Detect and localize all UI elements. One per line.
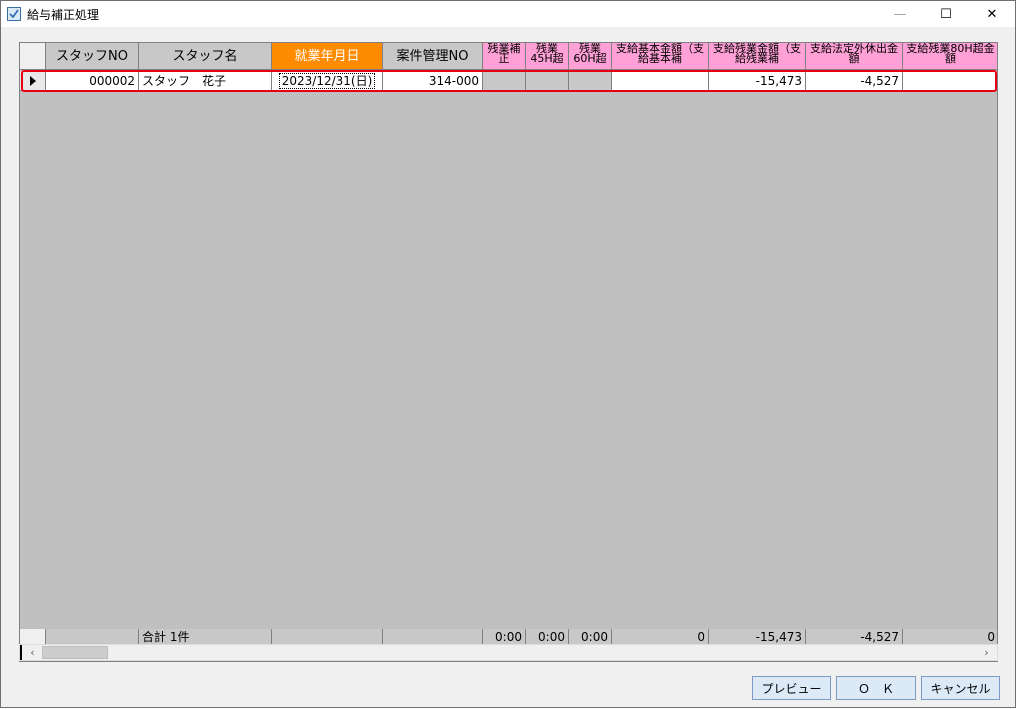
cell-ot80-amount[interactable]	[903, 71, 997, 91]
scroll-left-icon[interactable]: ‹	[24, 645, 41, 660]
row-indicator[interactable]	[20, 71, 46, 91]
scroll-thumb[interactable]	[42, 646, 108, 659]
col-header-staff-name[interactable]: スタッフ名	[139, 43, 272, 70]
window-title: 給与補正処理	[27, 8, 100, 22]
col-header-ot-amount[interactable]: 支給残業金額（支給残業補	[709, 43, 806, 70]
col-header-ot-45h[interactable]: 残業45H超	[526, 43, 569, 70]
col-header-work-date[interactable]: 就業年月日	[272, 43, 383, 70]
cell-base-amount[interactable]	[612, 71, 709, 91]
col-header-base-amount[interactable]: 支給基本金額（支給基本補	[612, 43, 709, 70]
app-icon	[7, 7, 21, 21]
scrollbar-edge	[20, 645, 22, 660]
cell-work-date-text: 2023/12/31(日)	[278, 72, 376, 89]
cancel-button[interactable]: キャンセル	[921, 676, 1000, 700]
cell-ot-60h[interactable]	[569, 71, 612, 91]
maximize-button[interactable]: ☐	[923, 1, 969, 27]
col-header-ot80-amount[interactable]: 支給残業80H超金額	[903, 43, 997, 70]
cell-ot-45h[interactable]	[526, 71, 569, 91]
cell-holiday-amount[interactable]: -4,527	[806, 71, 903, 91]
cell-case-no[interactable]: 314-000	[383, 71, 483, 91]
col-header-ot-60h[interactable]: 残業60H超	[569, 43, 612, 70]
cell-work-date[interactable]: 2023/12/31(日)	[272, 71, 383, 91]
ok-button[interactable]: Ｏ Ｋ	[836, 676, 916, 700]
col-header-case-no[interactable]: 案件管理NO	[383, 43, 483, 70]
cell-ot-amount[interactable]: -15,473	[709, 71, 806, 91]
cell-staff-name[interactable]: スタッフ 花子	[139, 71, 272, 91]
scroll-right-icon[interactable]: ›	[978, 645, 995, 660]
row-pointer-icon	[29, 75, 36, 86]
preview-button[interactable]: プレビュー	[752, 676, 831, 700]
close-button[interactable]: ✕	[969, 1, 1015, 27]
cell-staff-no[interactable]: 000002	[46, 71, 139, 91]
col-header-ot-adjust[interactable]: 残業補正	[483, 43, 526, 70]
cell-ot-adjust[interactable]	[483, 71, 526, 91]
col-header-staff-no[interactable]: スタッフNO	[46, 43, 139, 70]
minimize-button[interactable]: —	[877, 1, 923, 27]
data-grid[interactable]: スタッフNO スタッフ名 就業年月日 案件管理NO 残業補正 残業45H超 残業…	[19, 42, 998, 662]
window: 給与補正処理 — ☐ ✕ スタッフNO スタッフ名 就業年月日 案件管理NO 残…	[0, 0, 1016, 708]
horizontal-scrollbar[interactable]: ‹ ›	[19, 644, 998, 661]
title-bar: 給与補正処理 — ☐ ✕	[1, 1, 1015, 27]
header-corner	[20, 43, 46, 70]
col-header-holiday-amount[interactable]: 支給法定外休出金額	[806, 43, 903, 70]
